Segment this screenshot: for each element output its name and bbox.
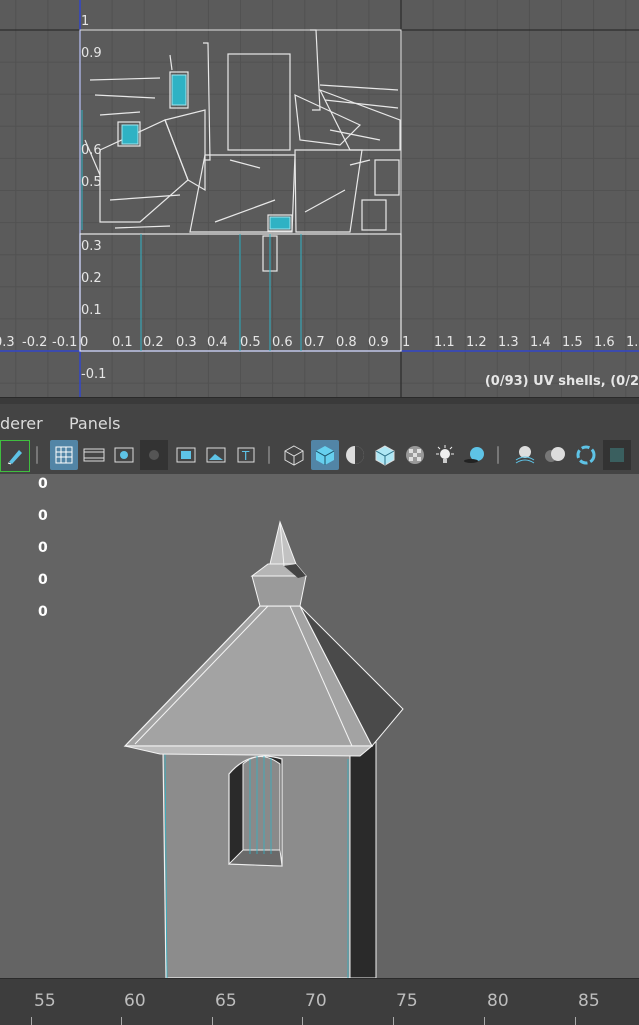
uv-axis-label: 1. bbox=[626, 335, 639, 350]
frame-label: 75 bbox=[396, 991, 418, 1011]
uv-axis-label: 0.5 bbox=[81, 175, 102, 190]
uv-axis-label: 0.8 bbox=[336, 335, 357, 350]
uv-axis-label: 1.3 bbox=[498, 335, 519, 350]
uv-axis-label: 0.6 bbox=[81, 143, 102, 158]
resolution-gate-icon[interactable] bbox=[110, 440, 138, 470]
uv-axis-label: 0.4 bbox=[207, 335, 228, 350]
frame-label: 80 bbox=[487, 991, 509, 1011]
grid-icon[interactable] bbox=[50, 440, 78, 470]
text-icon[interactable]: T bbox=[232, 440, 260, 470]
uv-axis-label: 0.9 bbox=[81, 46, 102, 61]
frame-label: 70 bbox=[305, 991, 327, 1011]
uv-axis-label: 0.5 bbox=[240, 335, 261, 350]
field-chart-icon[interactable] bbox=[140, 440, 168, 470]
frame-label: 60 bbox=[124, 991, 146, 1011]
film-gate-icon[interactable] bbox=[80, 440, 108, 470]
tower-model[interactable] bbox=[0, 474, 639, 978]
uv-axis-label: 1 bbox=[81, 14, 90, 29]
safe-action-icon[interactable] bbox=[172, 440, 200, 470]
uv-axis-label: -0.1 bbox=[81, 367, 107, 382]
uv-axis-label: 1.6 bbox=[594, 335, 615, 350]
uv-axis-label: 0.1 bbox=[112, 335, 133, 350]
uv-axis-label: 1.4 bbox=[530, 335, 551, 350]
checker-icon[interactable] bbox=[401, 440, 429, 470]
image-plane-icon[interactable] bbox=[202, 440, 230, 470]
uv-axis-label: 0.3 bbox=[81, 239, 102, 254]
light-icon[interactable] bbox=[431, 440, 459, 470]
motion-blur-icon[interactable] bbox=[541, 440, 569, 470]
uv-axis-label: 0.1 bbox=[81, 303, 102, 318]
anti-alias-icon[interactable] bbox=[572, 440, 600, 470]
uv-axis-label: 0.3 bbox=[176, 335, 197, 350]
viewport-menubar: derer Panels bbox=[0, 404, 639, 436]
menu-renderer[interactable]: derer bbox=[0, 414, 43, 433]
perspective-viewport[interactable]: 0 0 0 0 0 bbox=[0, 474, 639, 978]
shaded-sphere-icon[interactable] bbox=[341, 440, 369, 470]
frame-label: 85 bbox=[578, 991, 600, 1011]
uv-axis-label: 0.2 bbox=[143, 335, 164, 350]
uv-axis-label: 0.9 bbox=[368, 335, 389, 350]
ambient-occlusion-icon[interactable] bbox=[511, 440, 539, 470]
uv-axis-label: 0.7 bbox=[304, 335, 325, 350]
uv-axis-label: 1.2 bbox=[466, 335, 487, 350]
uv-axis-label: -0.2 bbox=[22, 335, 48, 350]
uv-axis-label: 0.2 bbox=[81, 271, 102, 286]
uv-axis-label: 1.1 bbox=[434, 335, 455, 350]
frame-label: 65 bbox=[215, 991, 237, 1011]
paint-brush-icon[interactable] bbox=[0, 440, 30, 472]
wireframe-cube-icon[interactable] bbox=[280, 440, 308, 470]
uv-axis-label: 0.6 bbox=[272, 335, 293, 350]
smooth-shade-cube-icon[interactable] bbox=[311, 440, 339, 470]
uv-editor-panel[interactable]: 10.90.60.50.30.20.1-0.1 0.3-0.2-0.100.10… bbox=[0, 0, 639, 397]
textured-cube-icon[interactable] bbox=[371, 440, 399, 470]
time-slider[interactable]: 55 60 65 70 75 80 85 bbox=[0, 978, 639, 1025]
uv-axis-label: -0.1 bbox=[52, 335, 78, 350]
viewport-toolbar: T bbox=[0, 436, 639, 475]
uv-axis-label: 1 bbox=[402, 335, 411, 350]
uv-axis-label: 0 bbox=[80, 335, 89, 350]
shadow-icon[interactable] bbox=[461, 440, 489, 470]
menu-panels[interactable]: Panels bbox=[69, 414, 121, 433]
uv-shell-status: (0/93) UV shells, (0/2 bbox=[484, 374, 639, 389]
frame-label: 55 bbox=[34, 991, 56, 1011]
uv-axis-label: 0.3 bbox=[0, 335, 15, 350]
svg-text:T: T bbox=[241, 449, 250, 463]
uv-axis-label: 1.5 bbox=[562, 335, 583, 350]
isolate-icon[interactable] bbox=[603, 440, 631, 470]
